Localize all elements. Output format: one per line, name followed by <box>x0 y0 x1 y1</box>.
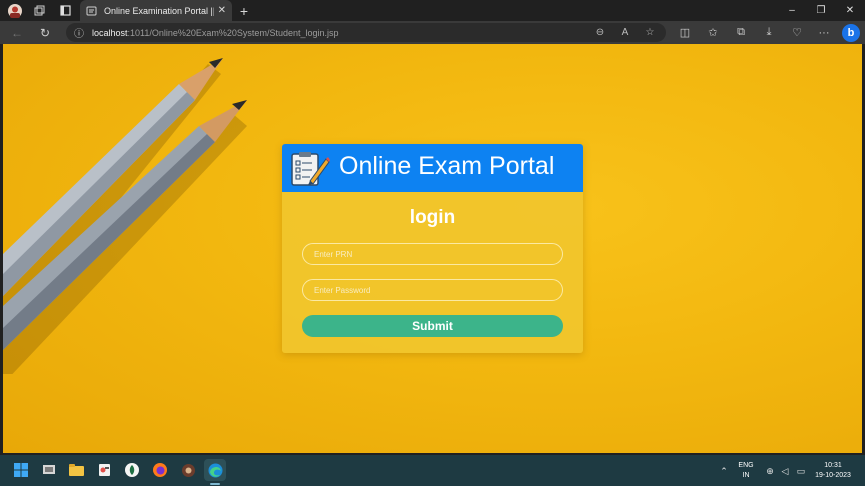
password-input[interactable] <box>302 279 563 301</box>
address-bar[interactable]: ⓘ localhost:1011/Online%20Exam%20System/… <box>66 23 666 42</box>
portal-title: Online Exam Portal <box>339 152 555 180</box>
volume-icon[interactable]: ◁ <box>779 465 791 477</box>
submit-button[interactable]: Submit <box>302 315 563 337</box>
page-favicon-icon <box>86 6 97 16</box>
url-host: localhost <box>92 27 128 38</box>
collections-icon[interactable]: ⧉ <box>732 24 750 41</box>
snipping-tool-icon[interactable] <box>93 459 115 481</box>
language-indicator[interactable]: ENG IN <box>734 461 758 481</box>
login-card: Online Exam Portal login Submit <box>282 144 583 353</box>
browser-toolbar: ← ↻ ⓘ localhost:1011/Online%20Exam%20Sys… <box>0 21 865 44</box>
copilot-icon[interactable]: b <box>842 24 860 42</box>
minimize-button[interactable]: – <box>777 0 807 21</box>
zoom-icon[interactable]: ⊖ <box>592 23 608 42</box>
profile-avatar-icon[interactable] <box>6 2 24 19</box>
file-explorer-icon[interactable] <box>65 459 87 481</box>
network-globe-icon[interactable]: ⊕ <box>764 465 776 477</box>
url-path: :1011/Online%20Exam%20System/Student_log… <box>127 27 339 38</box>
battery-icon[interactable]: ▭ <box>795 465 807 477</box>
restore-button[interactable]: ❐ <box>806 0 836 21</box>
back-arrow-icon[interactable]: ← <box>8 24 26 41</box>
tab-title: Online Examination Portal || Proje <box>104 5 214 16</box>
show-hidden-icons-chevron-icon[interactable]: ⌃ <box>718 465 730 477</box>
language-code: ENG <box>738 462 754 469</box>
edge-browser-icon[interactable] <box>204 459 226 481</box>
app-gear-icon[interactable] <box>177 459 199 481</box>
close-window-button[interactable]: ✕ <box>835 0 865 21</box>
browser-window: Online Examination Portal || Proje ✕ + –… <box>0 0 865 486</box>
tab-close-icon[interactable]: ✕ <box>218 5 226 16</box>
url-text[interactable]: localhost:1011/Online%20Exam%20System/St… <box>92 28 339 38</box>
prn-input[interactable] <box>302 243 563 265</box>
task-view-icon[interactable] <box>38 459 60 481</box>
new-tab-button[interactable]: + <box>236 2 252 19</box>
windows-taskbar: ⌃ ENG IN ⊕ ◁ ▭ 10:31 19-10-2023 <box>0 455 865 486</box>
clock-time: 10:31 <box>824 462 842 469</box>
exam-clipboard-logo-icon <box>291 152 330 186</box>
region-code: IN <box>742 472 750 479</box>
active-tab[interactable]: Online Examination Portal || Proje ✕ <box>80 0 232 21</box>
tab-actions-icon[interactable] <box>56 2 74 19</box>
app-leaf-icon[interactable] <box>121 459 143 481</box>
workspaces-icon[interactable] <box>30 2 48 19</box>
favorites-icon[interactable]: ✩ <box>704 24 722 41</box>
refresh-icon[interactable]: ↻ <box>36 24 54 41</box>
tab-strip: Online Examination Portal || Proje ✕ + –… <box>0 0 865 21</box>
site-info-icon[interactable]: ⓘ <box>74 25 84 40</box>
active-app-indicator <box>210 483 220 485</box>
split-screen-icon[interactable]: ◫ <box>676 24 694 41</box>
browser-essentials-icon[interactable]: ♡ <box>788 24 806 41</box>
firefox-icon[interactable] <box>149 459 171 481</box>
login-heading: login <box>409 207 456 228</box>
start-windows-icon[interactable] <box>10 459 32 481</box>
clock-date: 19-10-2023 <box>815 472 851 479</box>
downloads-icon[interactable]: ⤓ <box>760 24 778 41</box>
favorite-star-icon[interactable]: ☆ <box>642 23 658 42</box>
card-header: Online Exam Portal <box>282 144 583 192</box>
more-menu-icon[interactable]: ··· <box>815 24 833 41</box>
pencils-background-image <box>3 58 247 374</box>
page-viewport: Online Exam Portal login Submit <box>3 44 862 453</box>
clock[interactable]: 10:31 19-10-2023 <box>808 461 858 481</box>
read-aloud-icon[interactable]: A <box>617 23 633 42</box>
